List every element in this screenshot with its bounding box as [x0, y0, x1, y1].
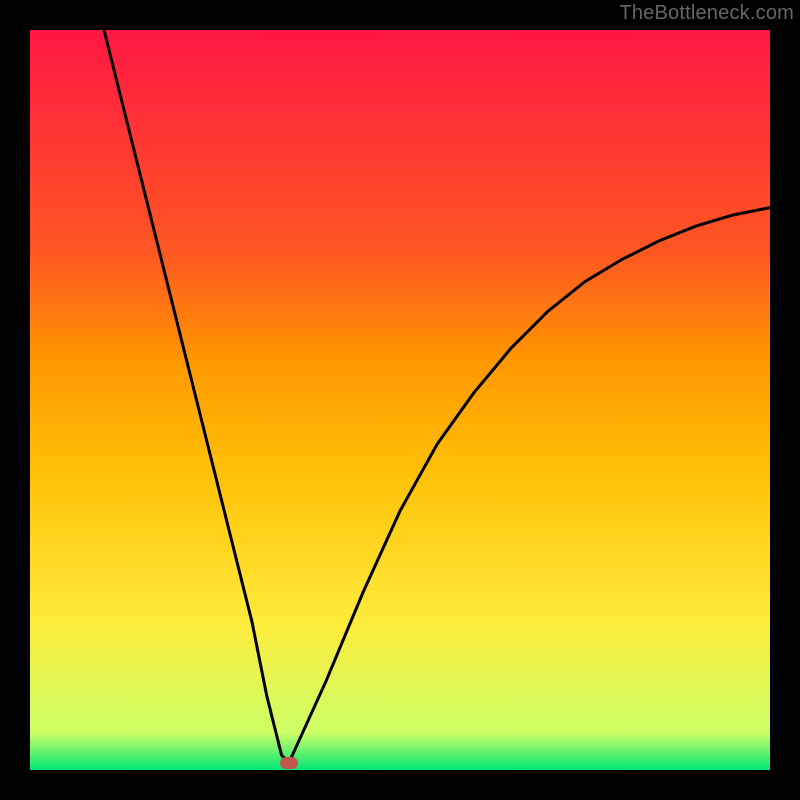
plot-area [30, 30, 770, 770]
chart-frame: TheBottleneck.com [0, 0, 800, 800]
optimal-marker [280, 757, 298, 769]
bottleneck-curve [30, 30, 770, 770]
watermark-text: TheBottleneck.com [619, 2, 794, 25]
